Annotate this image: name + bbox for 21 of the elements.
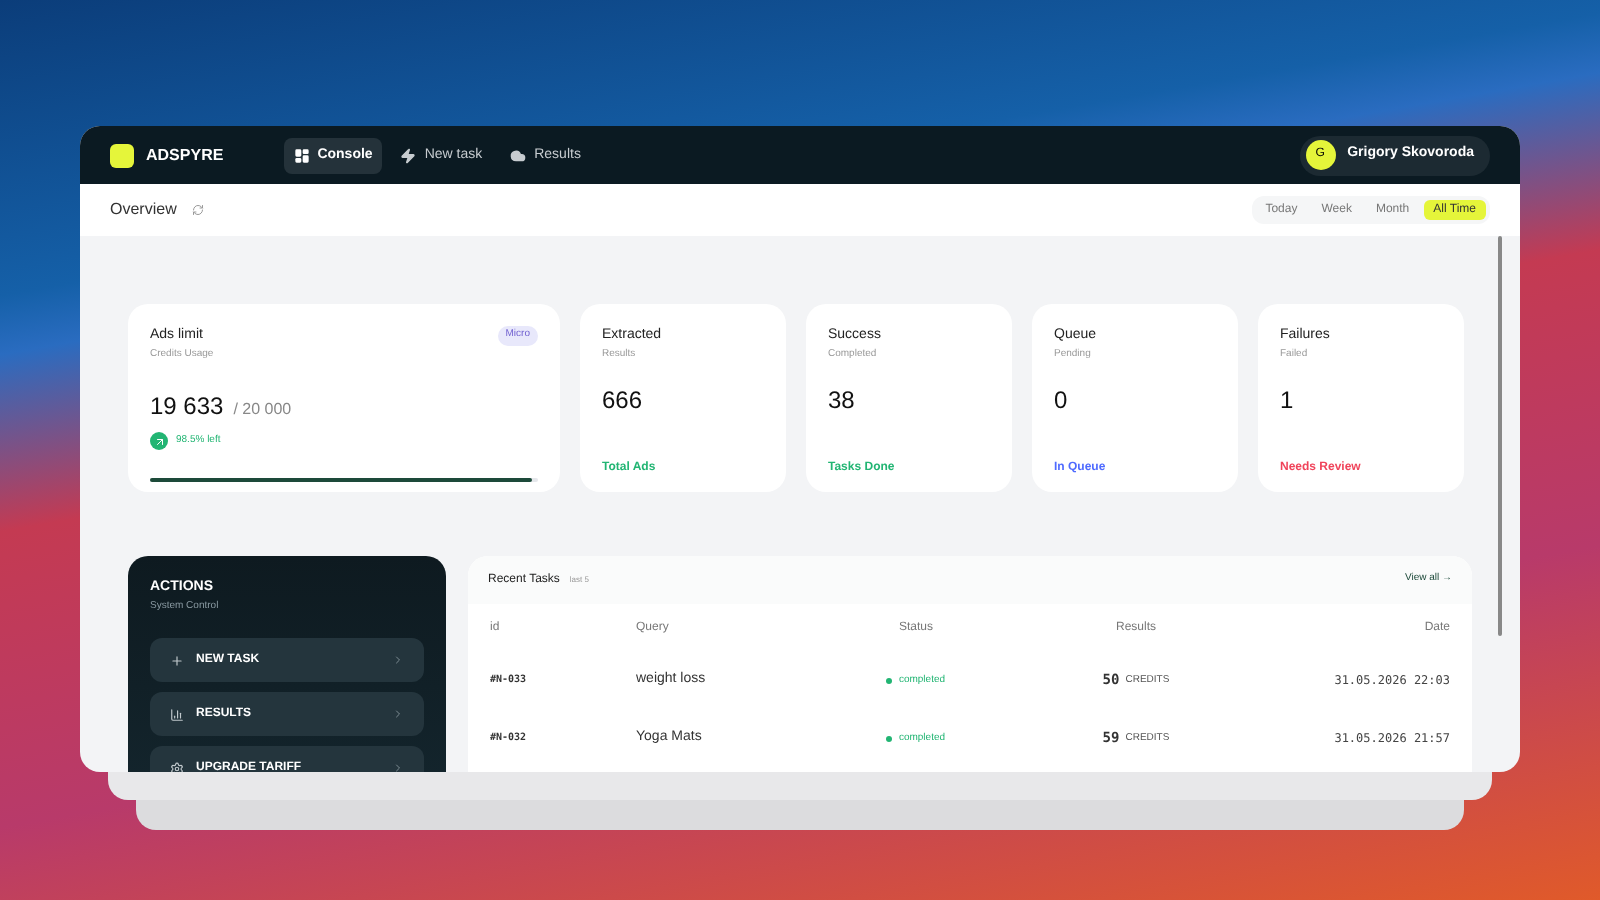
nav-icon	[293, 147, 310, 163]
nav-icon	[510, 147, 527, 163]
action-icon	[170, 707, 184, 721]
credits-total: / 20 000	[233, 398, 292, 422]
stat-value: 0	[1054, 384, 1070, 418]
logo-icon	[110, 143, 134, 167]
page-title: Overview	[110, 198, 177, 222]
stat-value: 666	[602, 384, 645, 418]
chevron-icon	[392, 654, 404, 666]
action-icon	[170, 653, 184, 667]
chevron-icon	[392, 762, 404, 772]
logo-text: ADSPYRE	[146, 143, 224, 167]
stat-value: 38	[828, 384, 857, 418]
stat-value: 1	[1280, 384, 1296, 418]
action-icon	[170, 761, 184, 772]
credits-used: 19 633	[150, 390, 224, 424]
scrollbar[interactable]	[1498, 236, 1502, 636]
nav-icon	[400, 147, 417, 163]
chevron-icon	[392, 708, 404, 720]
trend-icon	[150, 432, 168, 450]
refresh-icon[interactable]	[192, 204, 205, 216]
